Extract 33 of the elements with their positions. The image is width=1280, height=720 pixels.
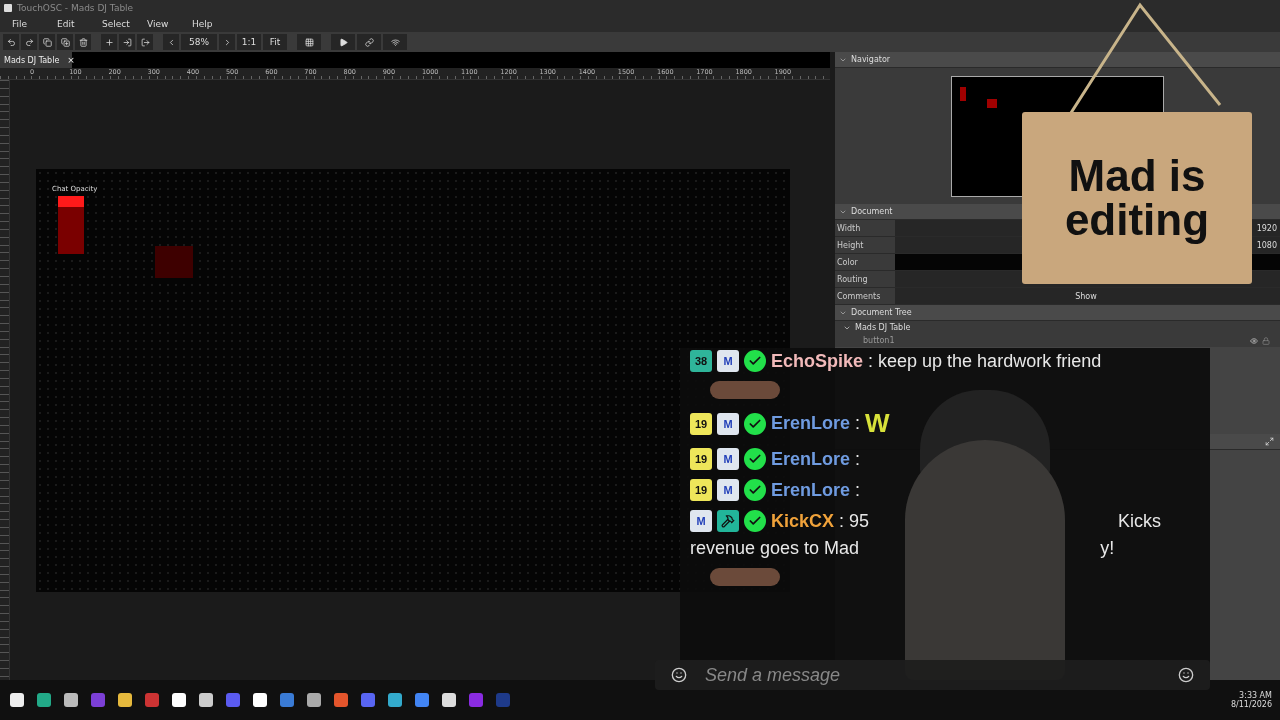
- moderator-badge: M: [717, 448, 739, 470]
- property-label: Width: [836, 222, 862, 235]
- chat-username: EchoSpike: [771, 350, 864, 372]
- level-badge: 19: [690, 412, 712, 435]
- editing-sign-overlay: Mad is editing: [1022, 112, 1252, 284]
- property-label: Routing: [836, 273, 869, 286]
- moderator-badge: M: [690, 510, 712, 532]
- clock-time: 3:33 AM: [1239, 691, 1272, 700]
- moderator-badge: M: [717, 350, 739, 372]
- property-label: Comments: [836, 290, 882, 303]
- moderator-badge: M: [717, 479, 739, 501]
- chat-username: ErenLore: [771, 479, 851, 501]
- chat-message: Kicks: [1118, 510, 1162, 532]
- level-badge: 38: [690, 350, 712, 372]
- moderator-badge: M: [717, 412, 739, 435]
- chat-message: :: [855, 413, 861, 434]
- tab-label: Mads DJ Table: [4, 55, 60, 65]
- chat-message: : 95: [839, 510, 870, 532]
- chat-emote: W: [865, 408, 890, 439]
- level-badge: 19: [690, 448, 712, 470]
- clock-date: 8/11/2026: [1230, 700, 1272, 709]
- chat-message: :: [855, 479, 861, 501]
- chat-message: : keep up the hardwork friend: [868, 350, 1102, 372]
- chat-username: ErenLore: [771, 448, 851, 470]
- property-label: Height: [836, 239, 865, 252]
- chat-message: y!: [1100, 538, 1115, 559]
- property-label: Color: [836, 256, 859, 269]
- chat-message: revenue goes to Mad: [690, 538, 860, 559]
- chat-username: ErenLore: [771, 413, 851, 434]
- chat-username: KickCX: [771, 510, 835, 532]
- level-badge: 19: [690, 479, 712, 501]
- window-title: TouchOSC - Mads DJ Table: [17, 3, 134, 13]
- chat-message: :: [855, 448, 861, 470]
